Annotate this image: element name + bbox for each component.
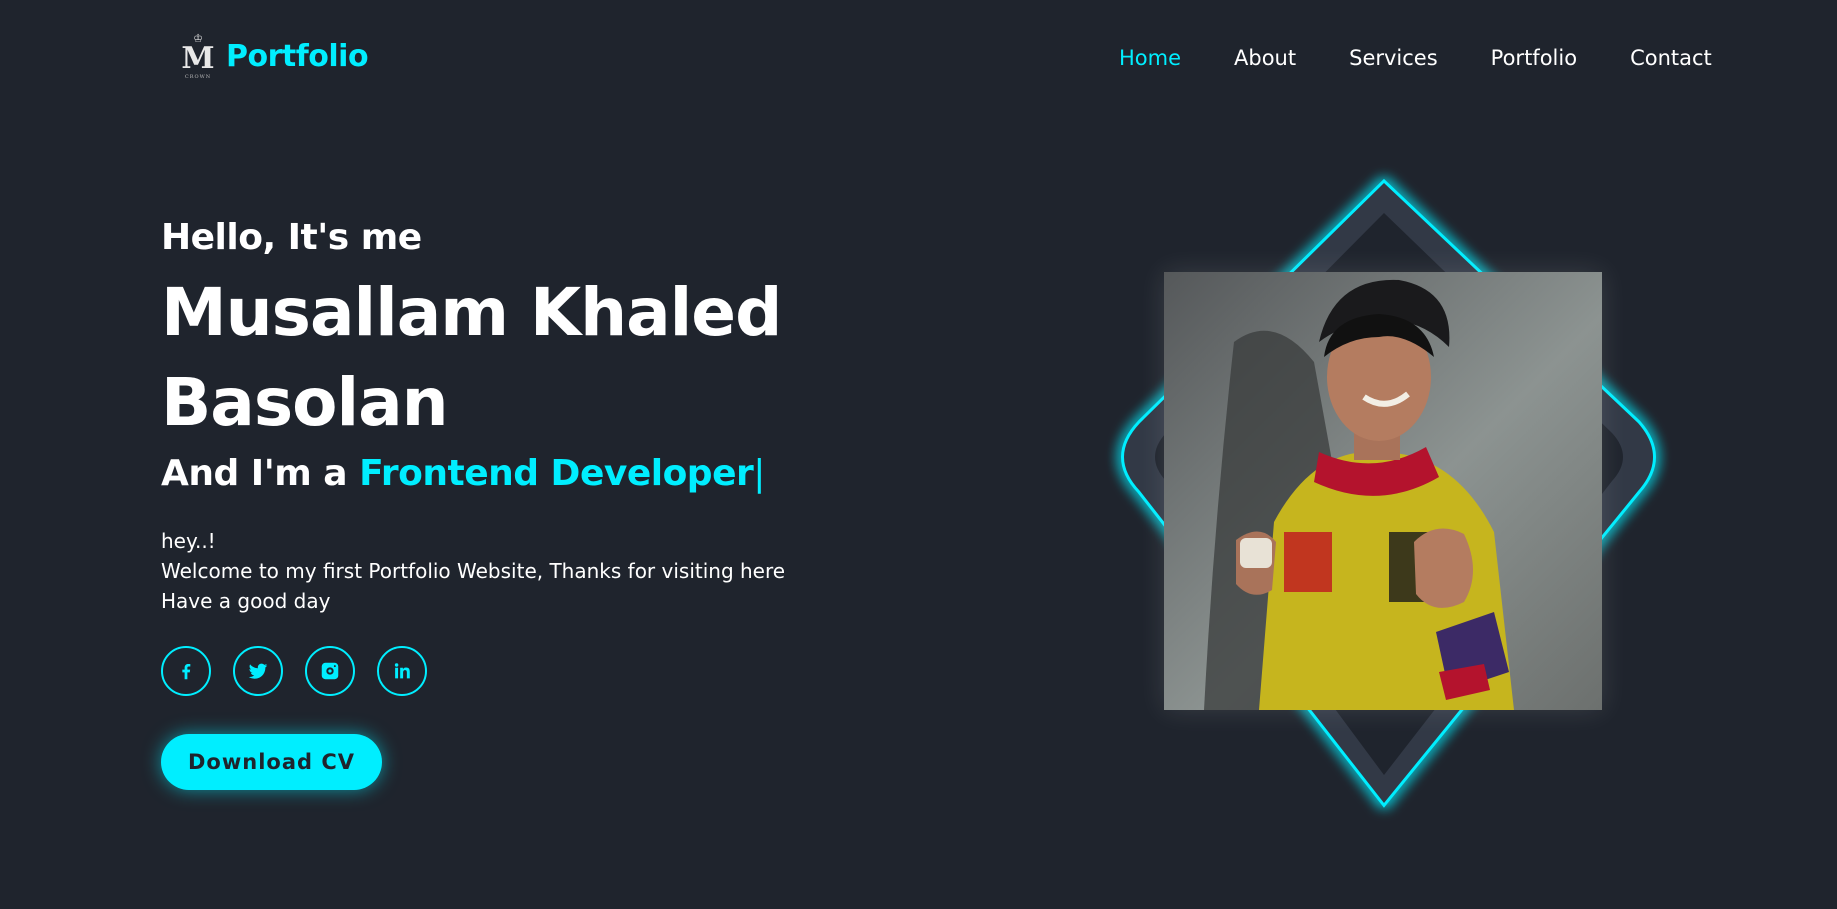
instagram-icon <box>321 662 339 680</box>
nav-about[interactable]: About <box>1234 42 1296 74</box>
brand-title: Portfolio <box>226 38 369 74</box>
twitter-icon <box>248 663 268 679</box>
hero-visual <box>1100 175 1666 808</box>
site-header: ♔ M CROWN Portfolio Home About Services … <box>0 0 1837 115</box>
profile-photo <box>1164 272 1602 710</box>
hero-content: Hello, It's me Musallam Khaled Basolan A… <box>161 210 881 790</box>
nav-portfolio[interactable]: Portfolio <box>1491 42 1577 74</box>
linkedin-link[interactable] <box>377 646 427 696</box>
hero-intro: hey..! Welcome to my first Portfolio Web… <box>161 526 881 616</box>
twitter-link[interactable] <box>233 646 283 696</box>
typing-caret: | <box>753 453 765 494</box>
nav-services[interactable]: Services <box>1349 42 1438 74</box>
intro-line: Have a good day <box>161 589 331 613</box>
hero-name-line2: Basolan <box>161 364 449 441</box>
hero-greeting: Hello, It's me <box>161 217 422 258</box>
brand-logo[interactable]: ♔ M CROWN Portfolio <box>180 30 368 82</box>
hero-name-line1: Musallam Khaled <box>161 274 782 351</box>
facebook-link[interactable] <box>161 646 211 696</box>
nav-home[interactable]: Home <box>1119 42 1181 74</box>
nav-contact[interactable]: Contact <box>1630 42 1712 74</box>
linkedin-icon <box>394 663 410 679</box>
role-highlight: Frontend Developer <box>359 453 754 494</box>
main-nav: Home About Services Portfolio Contact <box>1119 42 1712 74</box>
intro-line: hey..! <box>161 529 216 553</box>
person-illustration <box>1164 272 1602 710</box>
download-cv-button[interactable]: Download CV <box>161 734 382 790</box>
crown-m-logo-icon: ♔ M CROWN <box>181 31 215 80</box>
hero-role: And I'm a Frontend Developer| <box>161 448 881 500</box>
hero-name: Musallam Khaled Basolan <box>161 268 881 448</box>
facebook-icon <box>182 663 191 680</box>
instagram-link[interactable] <box>305 646 355 696</box>
role-prefix: And I'm a <box>161 453 360 494</box>
social-links <box>161 646 881 696</box>
intro-line: Welcome to my first Portfolio Website, T… <box>161 559 786 583</box>
